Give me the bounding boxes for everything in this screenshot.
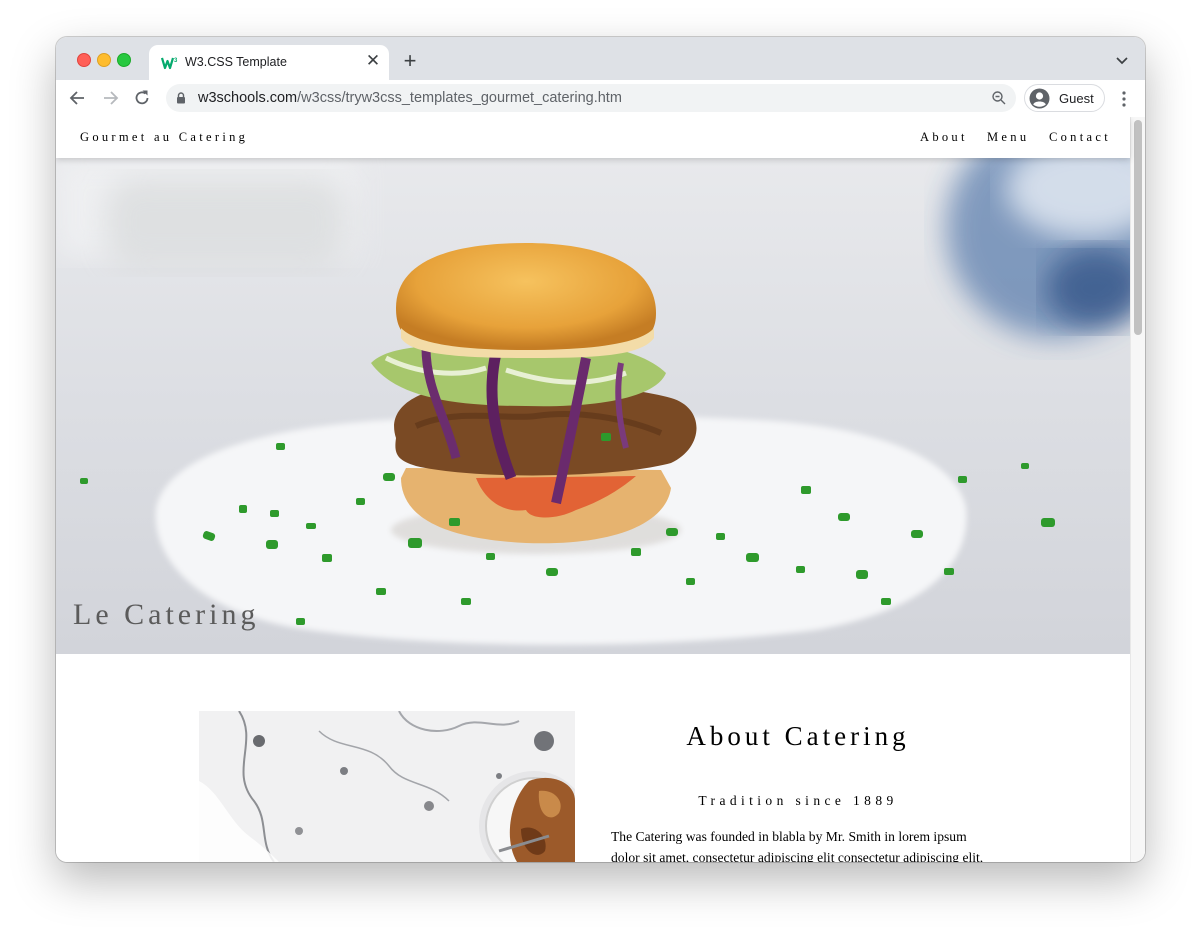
tab-title: W3.CSS Template [185, 55, 287, 69]
page-viewport: Gourmet au Catering About Menu Contact L… [56, 117, 1145, 862]
lock-icon [177, 92, 185, 104]
url-path: /w3css/tryw3css_templates_gourmet_cateri… [297, 90, 622, 106]
browser-tab[interactable]: 3 W3.CSS Template ✕ [149, 45, 389, 80]
tab-close-icon[interactable]: ✕ [363, 51, 383, 71]
about-title: About Catering [686, 721, 910, 751]
minimize-window-button[interactable] [97, 53, 111, 67]
about-paragraph: The Catering was founded in blabla by Mr… [611, 829, 984, 862]
scrollbar-thumb[interactable] [1134, 120, 1142, 335]
zoom-icon[interactable] [991, 90, 1007, 106]
page-scrollbar[interactable] [1130, 117, 1145, 862]
hero-title: Le Catering [73, 598, 260, 631]
tab-search-chevron-icon[interactable] [1114, 55, 1130, 67]
svg-text:3: 3 [174, 58, 178, 64]
site-navbar: Gourmet au Catering About Menu Contact [56, 117, 1130, 158]
profile-label: Guest [1059, 91, 1094, 106]
nav-menu-link[interactable]: Menu [987, 130, 1029, 145]
url-host: w3schools.com [198, 90, 298, 106]
browser-toolbar: w3schools.com/w3css/tryw3css_templates_g… [56, 80, 1145, 118]
nav-about-link[interactable]: About [920, 130, 968, 145]
back-arrow-icon[interactable] [68, 88, 88, 108]
close-window-button[interactable] [77, 53, 91, 67]
new-tab-button[interactable]: + [399, 50, 421, 73]
guest-avatar-icon [1029, 88, 1050, 109]
browser-window: 3 W3.CSS Template ✕ + w3schools.com/w3cs… [56, 37, 1145, 862]
more-menu-icon[interactable] [1114, 89, 1134, 109]
hero-burger-image [56, 158, 1130, 654]
marble-food-image [199, 711, 575, 862]
url-text: w3schools.com/w3css/tryw3css_templates_g… [198, 90, 622, 106]
about-image [199, 711, 575, 862]
profile-button[interactable]: Guest [1024, 84, 1105, 112]
site-brand-link[interactable]: Gourmet au Catering [80, 130, 248, 145]
nav-contact-link[interactable]: Contact [1049, 130, 1111, 145]
zoom-window-button[interactable] [117, 53, 131, 67]
reload-icon[interactable] [132, 88, 152, 108]
w3schools-favicon-icon: 3 [161, 57, 178, 70]
forward-arrow-icon[interactable] [100, 88, 120, 108]
about-subtitle: Tradition since 1889 [698, 793, 898, 808]
tab-strip: 3 W3.CSS Template ✕ + [56, 37, 1145, 80]
address-bar[interactable]: w3schools.com/w3css/tryw3css_templates_g… [166, 84, 1016, 112]
hero-section: Le Catering [56, 158, 1130, 654]
